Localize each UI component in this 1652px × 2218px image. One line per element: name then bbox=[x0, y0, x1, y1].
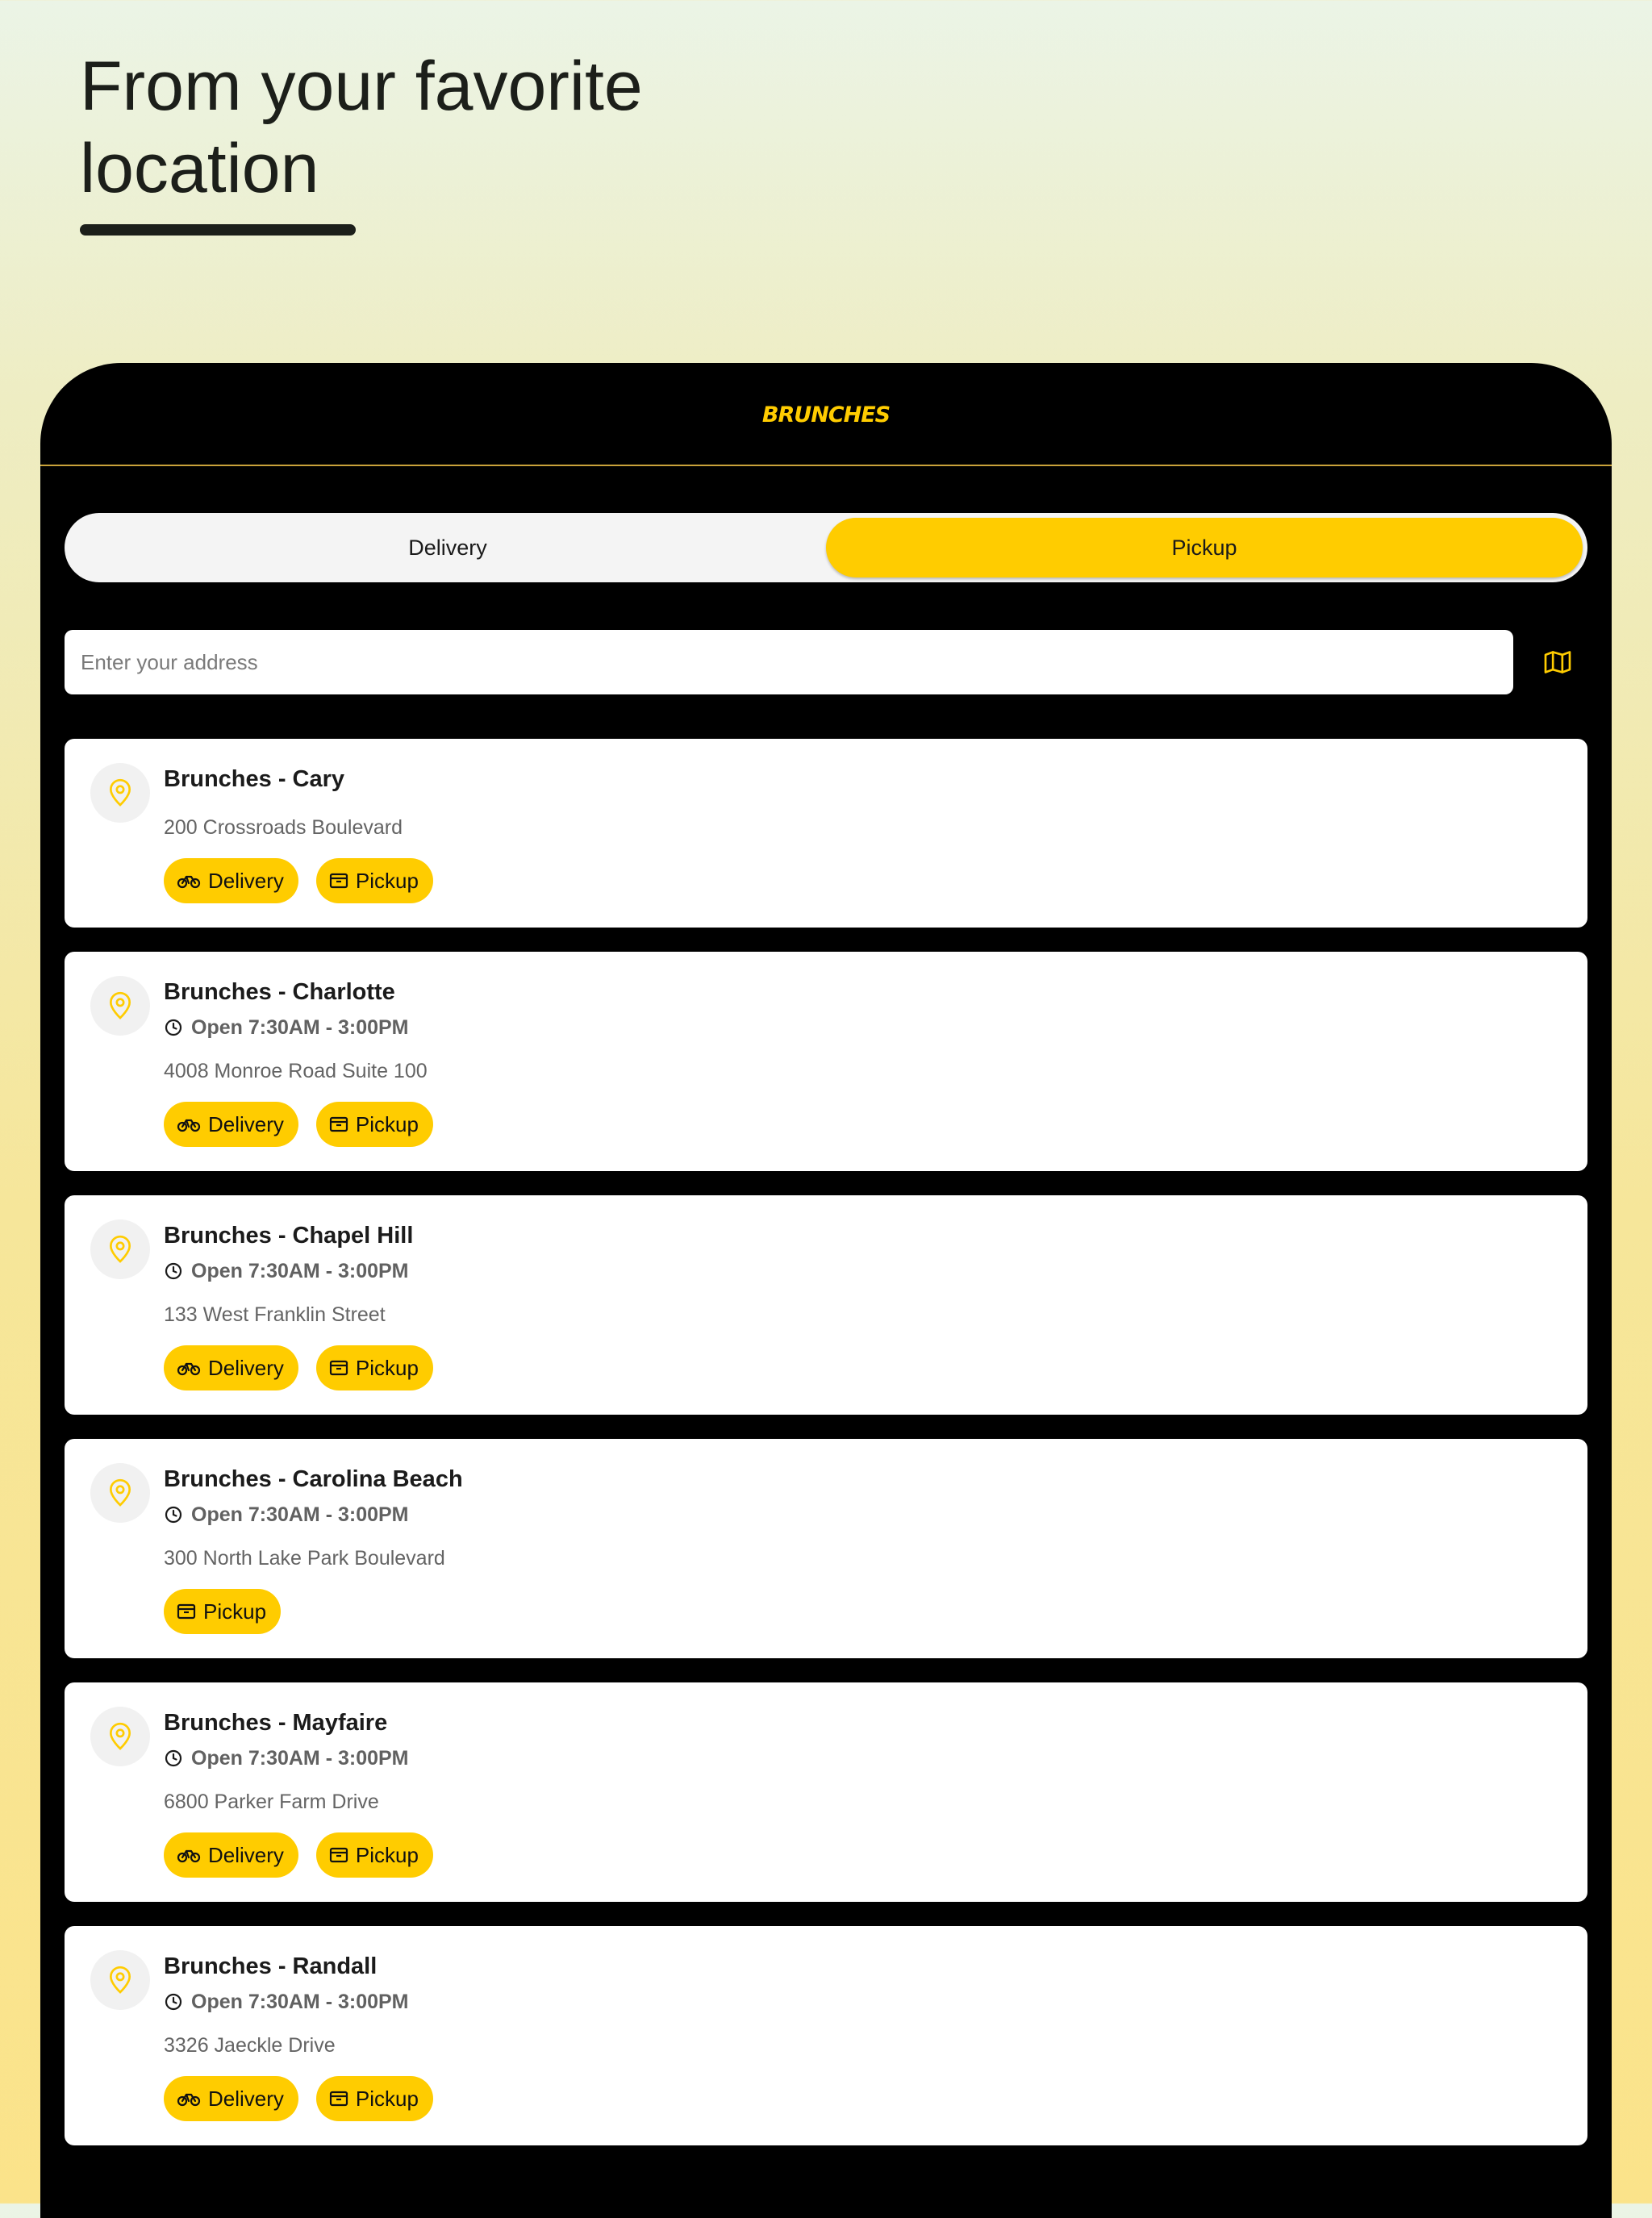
location-pin-icon bbox=[109, 1235, 131, 1263]
delivery-tag[interactable]: Delivery bbox=[164, 858, 298, 903]
location-name: Brunches - Chapel Hill bbox=[164, 1223, 414, 1249]
app-header: BRUNCHES bbox=[40, 363, 1612, 466]
location-pin-badge bbox=[90, 976, 150, 1036]
order-mode-toggle: Delivery Pickup bbox=[65, 513, 1587, 582]
opening-hours-text: Open 7:30AM - 3:00PM bbox=[191, 1503, 409, 1526]
service-tags: Pickup bbox=[164, 1589, 1587, 1634]
location-pin-icon bbox=[109, 778, 131, 807]
location-card[interactable]: Brunches - Carolina Beach Open 7:30AM - … bbox=[65, 1439, 1587, 1658]
location-card[interactable]: Brunches - Mayfaire Open 7:30AM - 3:00PM… bbox=[65, 1682, 1587, 1902]
bike-icon bbox=[177, 1362, 201, 1376]
address-search-input[interactable] bbox=[65, 630, 1513, 694]
shopping-bag-icon bbox=[329, 1360, 348, 1376]
location-pin-badge bbox=[90, 763, 150, 823]
opening-hours-text: Open 7:30AM - 3:00PM bbox=[191, 1016, 409, 1039]
page-headline: From your favorite location bbox=[80, 45, 725, 210]
shopping-bag-icon bbox=[329, 1116, 348, 1132]
location-pin-badge bbox=[90, 1219, 150, 1279]
headline-line-2: location bbox=[80, 130, 319, 207]
opening-hours: Open 7:30AM - 3:00PM bbox=[164, 1745, 1587, 1771]
pickup-tag-label: Pickup bbox=[355, 1355, 419, 1380]
brunches-logo: BRUNCHES bbox=[761, 402, 891, 428]
location-pin-icon bbox=[109, 1966, 131, 1994]
location-name: Brunches - Carolina Beach bbox=[164, 1466, 463, 1492]
delivery-tag-label: Delivery bbox=[208, 2086, 284, 2111]
pickup-tag[interactable]: Pickup bbox=[315, 1102, 433, 1147]
location-name: Brunches - Mayfaire bbox=[164, 1710, 388, 1736]
location-address: 200 Crossroads Boulevard bbox=[164, 816, 403, 839]
service-tags: Delivery Pickup bbox=[164, 858, 1587, 903]
location-name: Brunches - Charlotte bbox=[164, 979, 395, 1005]
opening-hours: Open 7:30AM - 3:00PM bbox=[164, 1015, 1587, 1040]
location-pin-badge bbox=[90, 1950, 150, 2010]
service-tags: Delivery Pickup bbox=[164, 1102, 1587, 1147]
pickup-tag-label: Pickup bbox=[355, 868, 419, 893]
location-address: 300 North Lake Park Boulevard bbox=[164, 1547, 445, 1570]
location-list: Brunches - Cary 200 Crossroads Boulevard… bbox=[65, 739, 1587, 2170]
location-address: 133 West Franklin Street bbox=[164, 1303, 386, 1326]
clock-icon bbox=[165, 1749, 182, 1767]
opening-hours-text: Open 7:30AM - 3:00PM bbox=[191, 1260, 409, 1282]
pickup-tag-label: Pickup bbox=[203, 1599, 267, 1624]
pickup-tag[interactable]: Pickup bbox=[315, 2076, 433, 2121]
pickup-mode-tab[interactable]: Pickup bbox=[826, 518, 1583, 577]
delivery-tag[interactable]: Delivery bbox=[164, 1102, 298, 1147]
headline-line-1: From your favorite bbox=[80, 48, 643, 125]
delivery-tag[interactable]: Delivery bbox=[164, 1345, 298, 1390]
shopping-bag-icon bbox=[329, 2091, 348, 2107]
app-screen: BRUNCHES Delivery Pickup Brunches - Cary… bbox=[40, 363, 1612, 2218]
clock-icon bbox=[165, 1993, 182, 2011]
map-view-button[interactable] bbox=[1539, 644, 1576, 681]
location-pin-badge bbox=[90, 1463, 150, 1523]
location-address: 3326 Jaeckle Drive bbox=[164, 2034, 336, 2057]
location-pin-icon bbox=[109, 1478, 131, 1507]
location-name: Brunches - Cary bbox=[164, 766, 345, 792]
delivery-tag[interactable]: Delivery bbox=[164, 2076, 298, 2121]
location-card[interactable]: Brunches - Randall Open 7:30AM - 3:00PM … bbox=[65, 1926, 1587, 2145]
clock-icon bbox=[165, 1506, 182, 1524]
shopping-bag-icon bbox=[329, 873, 348, 889]
opening-hours: Open 7:30AM - 3:00PM bbox=[164, 1258, 1587, 1284]
pickup-tag-label: Pickup bbox=[355, 1111, 419, 1136]
bike-icon bbox=[177, 1119, 201, 1132]
pickup-tag-label: Pickup bbox=[355, 1842, 419, 1867]
delivery-tag-label: Delivery bbox=[208, 1355, 284, 1380]
location-name: Brunches - Randall bbox=[164, 1953, 378, 1979]
opening-hours-text: Open 7:30AM - 3:00PM bbox=[191, 1747, 409, 1770]
clock-icon bbox=[165, 1262, 182, 1280]
location-pin-icon bbox=[109, 991, 131, 1019]
location-address: 4008 Monroe Road Suite 100 bbox=[164, 1060, 428, 1082]
opening-hours: Open 7:30AM - 3:00PM bbox=[164, 1989, 1587, 2015]
location-pin-badge bbox=[90, 1707, 150, 1766]
headline-underline bbox=[80, 224, 356, 236]
shopping-bag-icon bbox=[329, 1847, 348, 1863]
service-tags: Delivery Pickup bbox=[164, 2076, 1587, 2121]
pickup-tag[interactable]: Pickup bbox=[315, 1832, 433, 1878]
location-card[interactable]: Brunches - Chapel Hill Open 7:30AM - 3:0… bbox=[65, 1195, 1587, 1415]
bike-icon bbox=[177, 875, 201, 889]
location-address: 6800 Parker Farm Drive bbox=[164, 1791, 379, 1813]
location-pin-icon bbox=[109, 1722, 131, 1750]
delivery-mode-tab[interactable]: Delivery bbox=[69, 518, 826, 577]
map-icon bbox=[1544, 651, 1571, 673]
bike-icon bbox=[177, 1849, 201, 1863]
opening-hours-text: Open 7:30AM - 3:00PM bbox=[191, 1991, 409, 2013]
service-tags: Delivery Pickup bbox=[164, 1345, 1587, 1390]
service-tags: Delivery Pickup bbox=[164, 1832, 1587, 1878]
clock-icon bbox=[165, 1019, 182, 1036]
pickup-tag[interactable]: Pickup bbox=[315, 1345, 433, 1390]
shopping-bag-icon bbox=[177, 1603, 196, 1620]
pickup-tag[interactable]: Pickup bbox=[315, 858, 433, 903]
pickup-tag[interactable]: Pickup bbox=[164, 1589, 282, 1634]
delivery-tag-label: Delivery bbox=[208, 868, 284, 893]
opening-hours: Open 7:30AM - 3:00PM bbox=[164, 1502, 1587, 1528]
location-card[interactable]: Brunches - Charlotte Open 7:30AM - 3:00P… bbox=[65, 952, 1587, 1171]
delivery-tag-label: Delivery bbox=[208, 1111, 284, 1136]
delivery-tag[interactable]: Delivery bbox=[164, 1832, 298, 1878]
delivery-tag-label: Delivery bbox=[208, 1842, 284, 1867]
pickup-tag-label: Pickup bbox=[355, 2086, 419, 2111]
bike-icon bbox=[177, 2093, 201, 2107]
location-card[interactable]: Brunches - Cary 200 Crossroads Boulevard… bbox=[65, 739, 1587, 928]
